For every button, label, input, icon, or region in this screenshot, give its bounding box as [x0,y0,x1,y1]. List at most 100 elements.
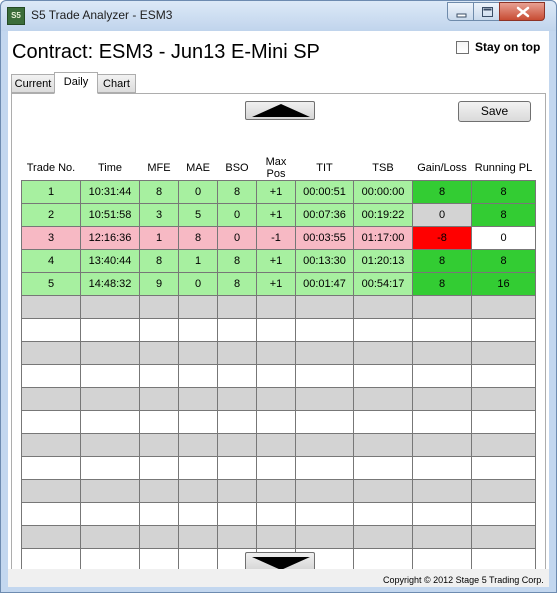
empty-cell [353,318,413,342]
cell-bso: 8 [217,249,257,273]
title-bar[interactable]: S5 S5 Trade Analyzer - ESM3 [1,1,556,31]
empty-cell [295,364,354,388]
empty-table-row [21,387,536,411]
empty-cell [471,410,536,434]
cell-mae: 1 [178,249,218,273]
empty-cell [471,364,536,388]
copyright-text: Copyright © 2012 Stage 5 Trading Corp. [383,575,544,585]
empty-table-row [21,410,536,434]
column-header[interactable]: Max Pos [256,156,296,181]
column-header[interactable]: BSO [217,156,257,181]
close-button[interactable] [499,2,545,21]
empty-cell [80,456,140,480]
empty-table-row [21,456,536,480]
empty-cell [139,387,179,411]
cell-tsb: 00:54:17 [353,272,413,296]
empty-cell [353,479,413,503]
empty-cell [295,433,354,457]
empty-table-row [21,295,536,319]
cell-time: 10:31:44 [80,180,140,204]
empty-cell [412,341,472,365]
empty-cell [353,341,413,365]
column-header[interactable]: MAE [178,156,218,181]
empty-table-row [21,502,536,526]
cell-tit: 00:01:47 [295,272,354,296]
column-header[interactable]: Trade No. [21,156,81,181]
cell-running-pl: 8 [471,180,536,204]
empty-cell [178,479,218,503]
column-header[interactable]: Time [80,156,140,181]
maximize-button[interactable] [473,2,500,21]
stay-on-top-label[interactable]: Stay on top [475,40,540,54]
cell-max-pos: +1 [256,249,296,273]
cell-tit: 00:07:36 [295,203,354,227]
empty-cell [471,387,536,411]
empty-cell [353,525,413,549]
empty-cell [21,410,81,434]
tab-chart[interactable]: Chart [97,74,136,93]
minimize-button[interactable] [447,2,474,21]
table-row[interactable]: 2 10:51:58 3 5 0 +1 00:07:36 00:19:22 0 8 [21,203,536,227]
empty-cell [256,456,296,480]
stay-on-top-checkbox[interactable] [456,41,469,54]
empty-cell [217,318,257,342]
save-button[interactable]: Save [458,101,531,122]
empty-cell [353,456,413,480]
table-row[interactable]: 5 14:48:32 9 0 8 +1 00:01:47 00:54:17 8 16 [21,272,536,296]
cell-trade-no: 2 [21,203,81,227]
table-row[interactable]: 3 12:16:36 1 8 0 -1 00:03:55 01:17:00 -8 0 [21,226,536,250]
empty-cell [412,318,472,342]
empty-cell [21,479,81,503]
column-header[interactable]: MFE [139,156,179,181]
table-row[interactable]: 1 10:31:44 8 0 8 +1 00:00:51 00:00:00 8 8 [21,180,536,204]
empty-cell [471,502,536,526]
empty-cell [471,318,536,342]
table-row[interactable]: 4 13:40:44 8 1 8 +1 00:13:30 01:20:13 8 8 [21,249,536,273]
cell-tit: 00:00:51 [295,180,354,204]
empty-cell [217,387,257,411]
empty-cell [412,387,472,411]
empty-cell [80,502,140,526]
cell-mfe: 8 [139,249,179,273]
empty-cell [178,525,218,549]
empty-cell [256,502,296,526]
empty-cell [21,502,81,526]
empty-cell [139,364,179,388]
empty-cell [412,502,472,526]
empty-cell [256,318,296,342]
column-header[interactable]: Gain/Loss [412,156,472,181]
empty-table-row [21,318,536,342]
column-header[interactable]: TIT [295,156,354,181]
tab-daily[interactable]: Daily [54,72,98,94]
empty-cell [80,295,140,319]
empty-table-row [21,433,536,457]
cell-time: 10:51:58 [80,203,140,227]
cell-max-pos: +1 [256,180,296,204]
empty-cell [353,295,413,319]
scroll-up-button[interactable] [245,101,315,120]
cell-mfe: 8 [139,180,179,204]
empty-cell [256,479,296,503]
empty-cell [412,456,472,480]
cell-max-pos: +1 [256,203,296,227]
empty-cell [217,295,257,319]
empty-cell [295,341,354,365]
empty-cell [217,410,257,434]
empty-cell [139,341,179,365]
cell-trade-no: 1 [21,180,81,204]
tab-current[interactable]: Current [11,74,55,93]
window-title: S5 Trade Analyzer - ESM3 [31,8,173,22]
cell-tit: 00:03:55 [295,226,354,250]
empty-cell [256,295,296,319]
empty-cell [178,502,218,526]
empty-cell [471,525,536,549]
column-header[interactable]: TSB [353,156,413,181]
empty-cell [412,433,472,457]
empty-cell [21,387,81,411]
column-header[interactable]: Running PL [471,156,536,181]
empty-cell [178,364,218,388]
cell-gain-loss: 8 [412,249,472,273]
empty-cell [471,433,536,457]
empty-cell [256,410,296,434]
empty-cell [21,295,81,319]
